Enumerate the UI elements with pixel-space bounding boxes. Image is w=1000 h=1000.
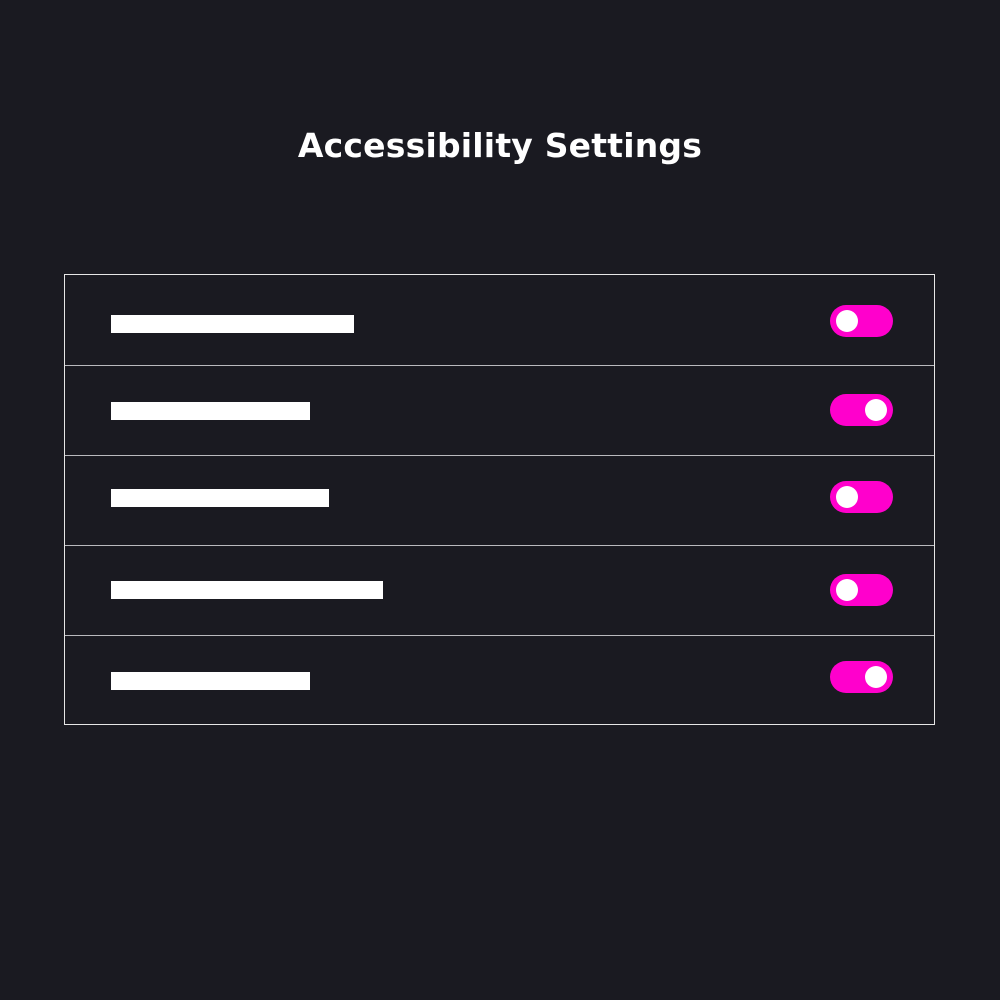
setting-label-placeholder (111, 402, 310, 420)
toggle-knob (865, 666, 887, 688)
setting-label-placeholder (111, 581, 383, 599)
settings-row-1 (65, 275, 934, 365)
setting-label-placeholder (111, 489, 329, 507)
settings-list (64, 274, 935, 725)
setting-toggle-1[interactable] (830, 305, 893, 337)
settings-row-3 (65, 456, 934, 546)
settings-row-4 (65, 546, 934, 636)
setting-toggle-5[interactable] (830, 661, 893, 693)
settings-row-5 (65, 636, 934, 726)
settings-page: Accessibility Settings (0, 0, 1000, 1000)
setting-toggle-4[interactable] (830, 574, 893, 606)
settings-row-2 (65, 366, 934, 456)
toggle-knob (836, 486, 858, 508)
page-title: Accessibility Settings (297, 126, 703, 165)
setting-label-placeholder (111, 315, 354, 333)
setting-label-placeholder (111, 672, 310, 690)
setting-toggle-2[interactable] (830, 394, 893, 426)
toggle-knob (865, 399, 887, 421)
toggle-knob (836, 310, 858, 332)
toggle-knob (836, 579, 858, 601)
setting-toggle-3[interactable] (830, 481, 893, 513)
